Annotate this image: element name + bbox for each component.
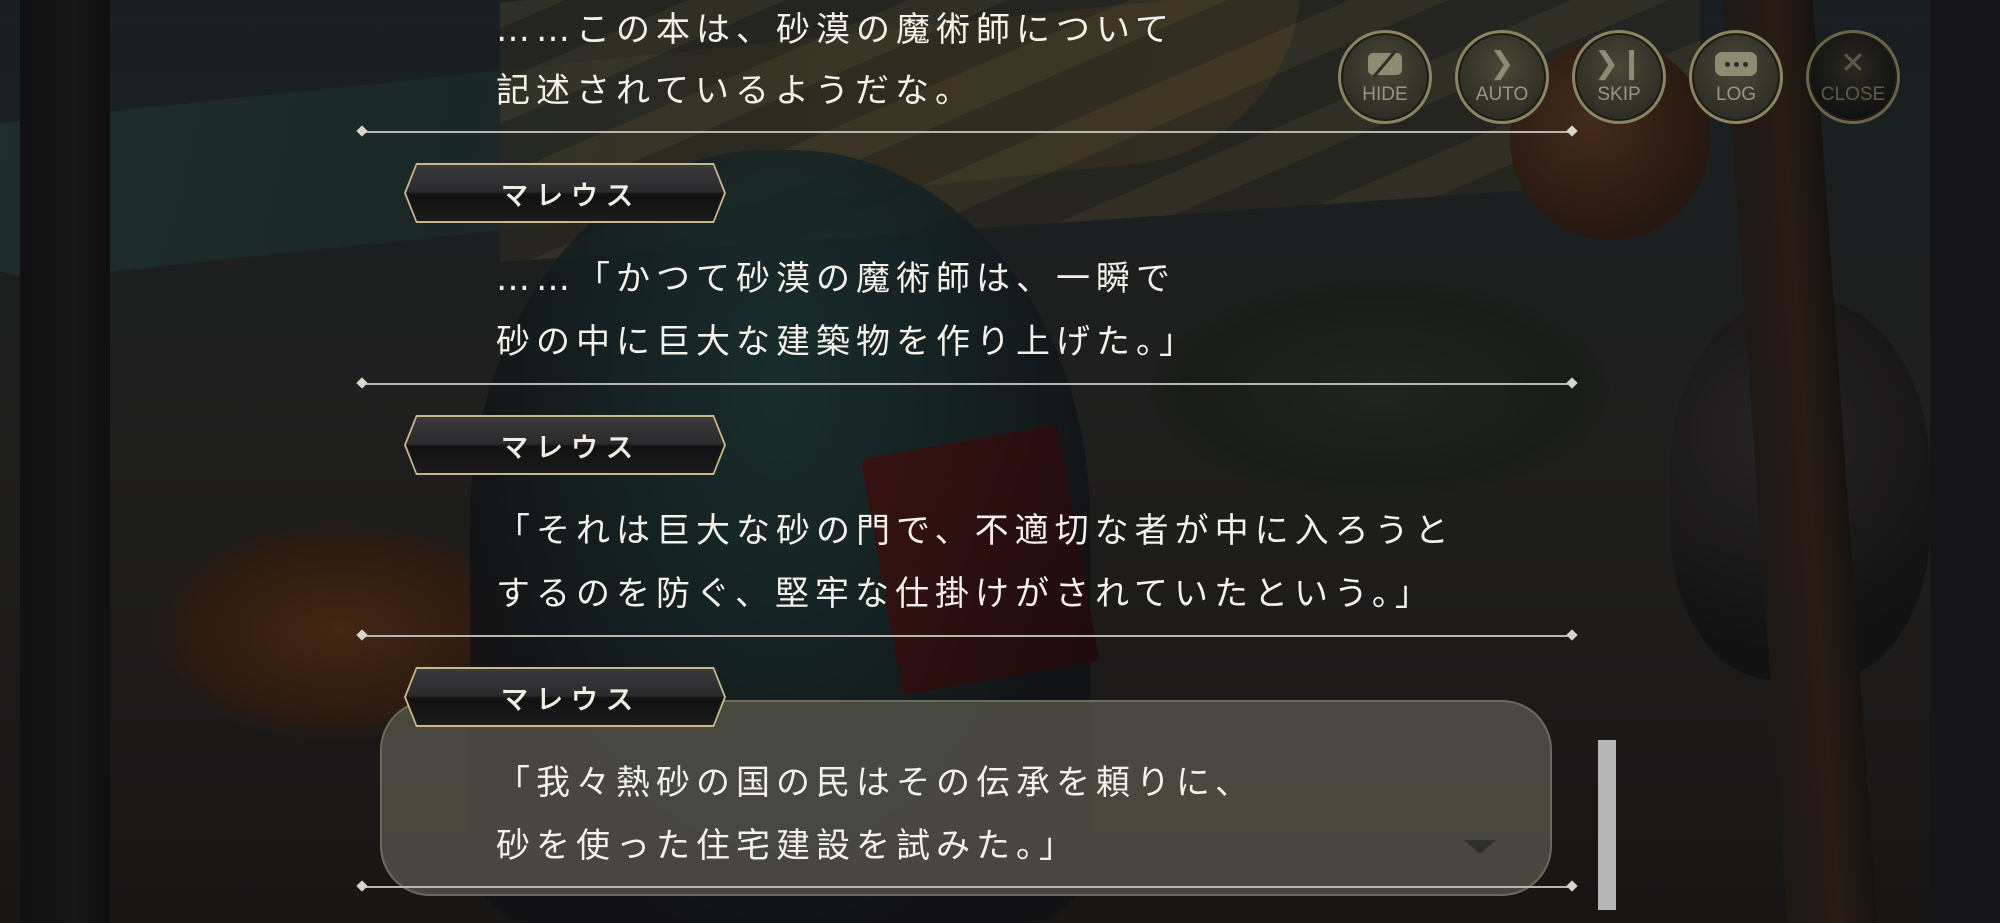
close-label: CLOSE (1820, 84, 1886, 105)
speaker-name: マレウス (501, 432, 641, 464)
entry-divider (362, 886, 1572, 888)
log-scrollbar[interactable] (1598, 740, 1616, 910)
skip-label: SKIP (1597, 84, 1641, 105)
chevron-down-icon (1464, 840, 1496, 854)
log-line: 砂を使った住宅建設を試みた。」 (496, 826, 1079, 866)
log-label: LOG (1715, 84, 1757, 105)
log-line: 記述されているようだな。 (496, 71, 975, 111)
log-line: 「我々熱砂の国の民はその伝承を頼りに、 (496, 763, 1255, 803)
entry-divider (362, 635, 1572, 637)
entry-divider (362, 131, 1572, 133)
entry-divider (362, 383, 1572, 385)
speaker-name-plate: マレウス (404, 667, 726, 727)
hide-button[interactable]: HIDE (1338, 30, 1432, 124)
speaker-name-plate: マレウス (404, 163, 726, 223)
speaker-name-plate: マレウス (404, 415, 726, 475)
hide-icon (1368, 48, 1402, 80)
log-button[interactable]: LOG (1689, 30, 1783, 124)
log-line: 砂の中に巨大な建築物を作り上げた。」 (496, 322, 1199, 362)
auto-button[interactable]: ❯ AUTO (1455, 30, 1549, 124)
speaker-name: マレウス (501, 180, 641, 212)
hide-label: HIDE (1362, 84, 1408, 105)
play-icon: ❯ (1489, 46, 1515, 81)
log-line: するのを防ぐ、堅牢な仕掛けがされていたという。」 (496, 574, 1435, 614)
speech-bubble-icon (1715, 48, 1757, 80)
skip-button[interactable]: ❯❙ SKIP (1572, 30, 1666, 124)
close-icon: ✕ (1840, 46, 1866, 81)
close-button[interactable]: ✕ CLOSE (1806, 30, 1900, 124)
speaker-name: マレウス (501, 684, 641, 716)
log-line: ……この本は、砂漠の魔術師について (496, 10, 1175, 50)
log-line: ……「かつて砂漠の魔術師は、一瞬で (496, 259, 1176, 299)
screen-edge-bar (1930, 0, 2000, 923)
skip-icon: ❯❙ (1593, 46, 1645, 81)
log-line: 「それは巨大な砂の門で、不適切な者が中に入ろうと (496, 511, 1455, 551)
auto-label: AUTO (1475, 84, 1529, 105)
